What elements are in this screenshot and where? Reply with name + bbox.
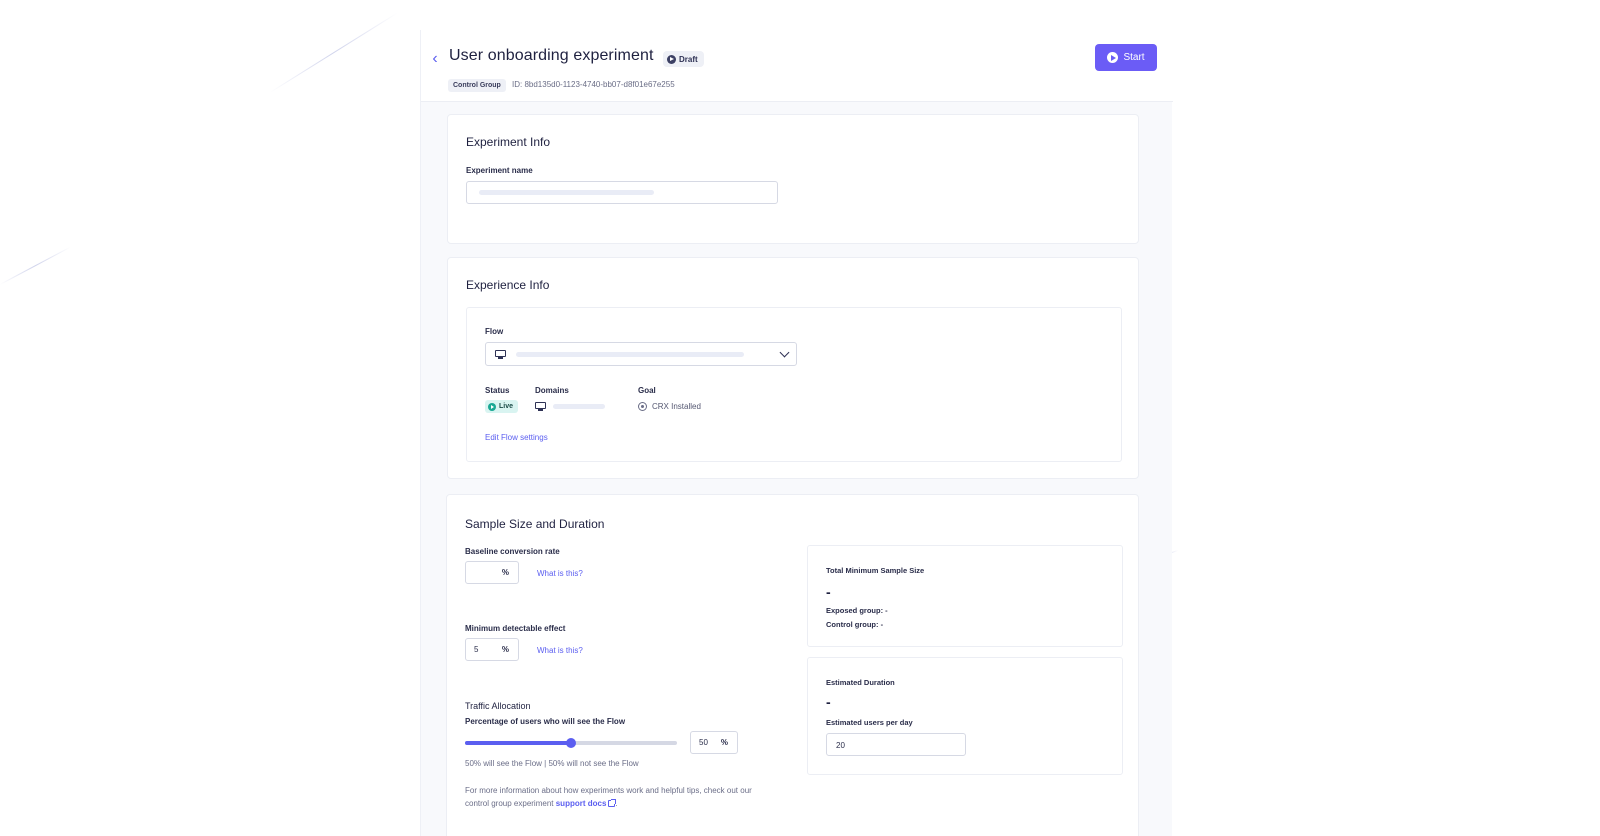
traffic-percent-value: 50 (699, 738, 708, 747)
estimated-duration-title: Estimated Duration (826, 678, 895, 687)
mde-help-link[interactable]: What is this? (537, 646, 583, 655)
traffic-slider-fill (465, 741, 571, 745)
experience-info-title: Experience Info (466, 278, 550, 292)
live-status-badge: Live (485, 400, 519, 413)
goal-value: CRX Installed (652, 402, 701, 411)
estimated-duration-box: Estimated Duration - Estimated users per… (807, 657, 1123, 775)
percent-symbol: % (501, 568, 509, 577)
info-text-prefix: control group experiment (465, 799, 554, 808)
mde-value: 5 (474, 645, 479, 654)
users-per-day-input[interactable]: 20 (826, 733, 966, 756)
mde-input[interactable]: 5 % (465, 638, 519, 661)
traffic-split-note: 50% will see the Flow | 50% will not see… (465, 759, 639, 768)
back-arrow-icon[interactable]: ‹ (427, 50, 443, 68)
experiment-name-label: Experiment name (466, 166, 533, 175)
users-per-day-value: 20 (836, 741, 845, 750)
group-badge: Control Group (448, 79, 506, 92)
loading-placeholder (553, 404, 605, 409)
baseline-help-link[interactable]: What is this? (537, 569, 583, 578)
play-circle-icon (667, 54, 676, 64)
screenshot-stage: ‹ User onboarding experiment Draft Contr… (0, 0, 1600, 836)
flow-details-box: Flow Status Live Domains Goal CRX Instal… (466, 307, 1122, 462)
info-text-line-2: control group experiment support docs. (465, 799, 618, 808)
decorative-line (0, 246, 71, 285)
start-button[interactable]: Start (1095, 44, 1157, 71)
status-label: Status (485, 386, 510, 395)
traffic-slider[interactable] (465, 738, 677, 748)
traffic-percent-input[interactable]: 50 % (690, 731, 738, 754)
edit-flow-settings-link[interactable]: Edit Flow settings (485, 433, 548, 442)
page-header: ‹ User onboarding experiment Draft Contr… (421, 30, 1173, 102)
experiment-page: ‹ User onboarding experiment Draft Contr… (420, 30, 1173, 836)
experiment-name-input[interactable] (466, 181, 778, 204)
traffic-allocation-subtitle: Percentage of users who will see the Flo… (465, 717, 626, 726)
domains-label: Domains (535, 386, 569, 395)
goal-label: Goal (638, 386, 656, 395)
traffic-slider-thumb[interactable] (566, 738, 576, 748)
start-button-label: Start (1123, 52, 1145, 63)
exposed-group-value: Exposed group: - (826, 606, 888, 615)
page-title: User onboarding experiment (449, 47, 654, 64)
control-group-value: Control group: - (826, 620, 884, 629)
info-text-line-1: For more information about how experimen… (465, 786, 752, 795)
total-sample-size-value: - (826, 584, 831, 600)
total-sample-size-box: Total Minimum Sample Size - Exposed grou… (807, 545, 1123, 647)
status-badge: Draft (663, 51, 704, 67)
estimated-duration-value: - (826, 694, 831, 710)
traffic-allocation-title: Traffic Allocation (465, 701, 531, 711)
chevron-down-icon (779, 347, 790, 358)
loading-placeholder (479, 190, 654, 195)
baseline-rate-label: Baseline conversion rate (465, 547, 560, 556)
percent-symbol: % (720, 738, 728, 747)
flow-select[interactable] (485, 342, 797, 366)
percent-symbol: % (501, 645, 509, 654)
experience-info-card: Experience Info Flow Status Live Domains (447, 257, 1139, 479)
live-status-label: Live (499, 403, 514, 410)
support-docs-link[interactable]: support docs (556, 799, 607, 808)
users-per-day-label: Estimated users per day (826, 718, 913, 727)
play-circle-icon (488, 402, 496, 411)
baseline-rate-input[interactable]: % (465, 561, 519, 584)
status-badge-label: Draft (679, 54, 698, 64)
decorative-line (269, 12, 398, 93)
mde-label: Minimum detectable effect (465, 624, 566, 633)
experiment-info-card: Experiment Info Experiment name (447, 114, 1139, 244)
external-link-icon (608, 799, 617, 807)
flow-label: Flow (485, 327, 504, 336)
loading-placeholder (516, 352, 744, 357)
sample-size-card: Sample Size and Duration Baseline conver… (446, 494, 1139, 836)
monitor-icon (495, 350, 506, 359)
total-sample-size-title: Total Minimum Sample Size (826, 566, 925, 575)
monitor-icon (535, 402, 546, 411)
experiment-info-title: Experiment Info (466, 135, 551, 149)
sample-size-title: Sample Size and Duration (465, 517, 605, 531)
experiment-id: ID: 8bd135d0-1123-4740-bb07-d8f01e67e255 (512, 80, 675, 89)
target-icon (638, 402, 647, 411)
play-icon (1107, 52, 1119, 63)
